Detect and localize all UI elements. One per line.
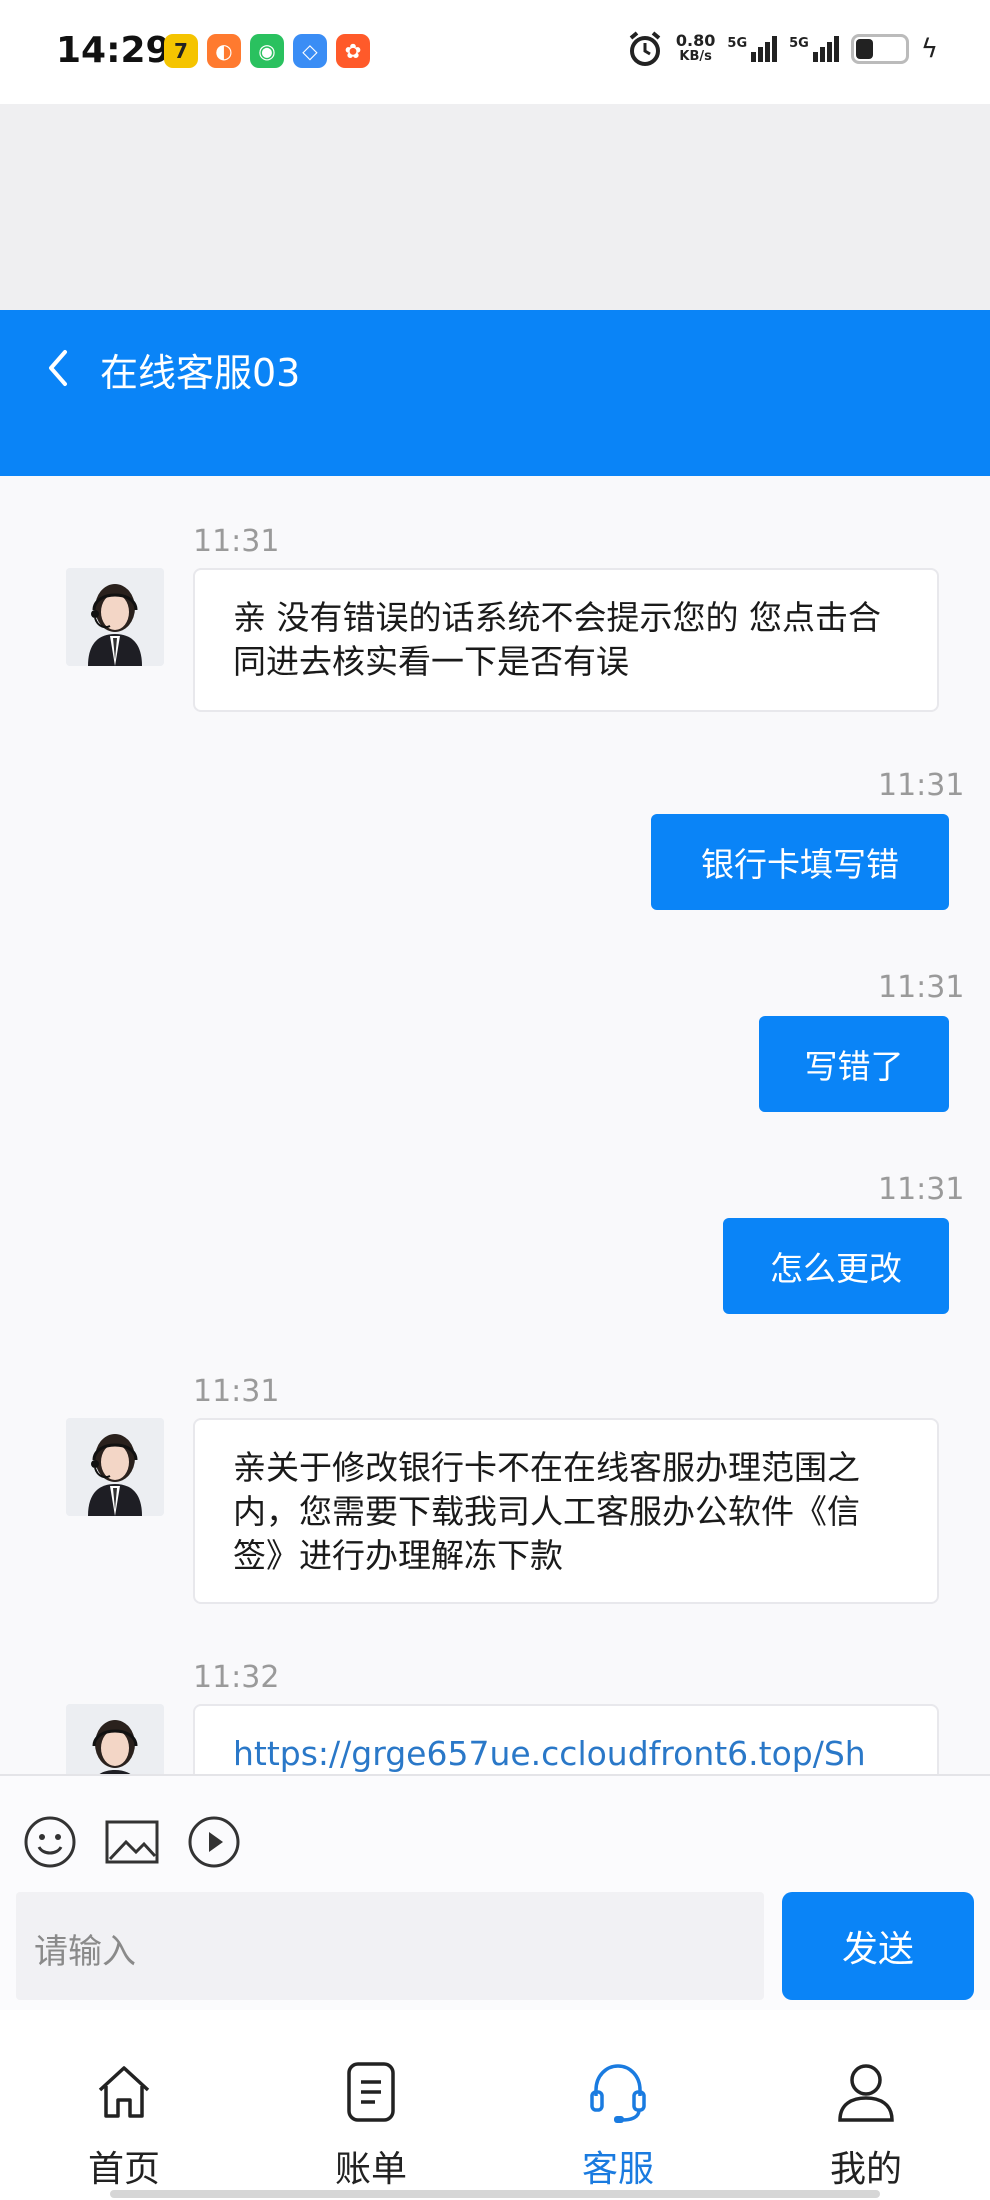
alarm-icon: [629, 31, 661, 66]
agent-avatar-image: [66, 568, 164, 666]
charging-icon: ϟ: [920, 34, 938, 64]
headset-icon: [590, 2064, 646, 2123]
image-icon[interactable]: [104, 1814, 160, 1870]
status-time: 14:29: [56, 30, 171, 71]
nav-label-profile: 我的: [829, 2149, 902, 2190]
network-speed: 0.80 KB/s: [676, 33, 715, 65]
bill-icon: [347, 2062, 395, 2122]
nav-label-service: 客服: [581, 2149, 654, 2190]
nav-item-bill[interactable]: 账单: [291, 2060, 451, 2192]
message-time: 11:31: [878, 970, 965, 1005]
app-icon-2: ◐: [207, 34, 241, 68]
send-button[interactable]: 发送: [782, 1892, 974, 2000]
signal-1-label: 5G: [727, 36, 748, 51]
signal-2: 5G: [789, 36, 839, 62]
emoji-icon[interactable]: [22, 1814, 78, 1870]
chat-messages[interactable]: 11:31 亲 没有错误的话系统不会提示您的 您点击合同进去核实看一下是否有误 …: [0, 476, 990, 1774]
app-icon-4: ◇: [293, 34, 327, 68]
agent-avatar[interactable]: [66, 1418, 164, 1516]
nav-item-service[interactable]: 客服: [538, 2060, 698, 2192]
message-bubble-outgoing[interactable]: 写错了: [759, 1016, 949, 1112]
status-right: 0.80 KB/s 5G 5G ϟ: [626, 30, 938, 68]
video-play-icon[interactable]: [186, 1814, 242, 1870]
app-icon-1: 7: [164, 34, 198, 68]
nav-item-home[interactable]: 首页: [44, 2060, 204, 2192]
network-speed-value: 0.80: [675, 31, 716, 50]
nav-label-home: 首页: [87, 2149, 160, 2190]
message-bubble-incoming[interactable]: https://grge657ue.ccloudfront6.top/Sh: [193, 1704, 939, 1774]
agent-avatar[interactable]: [66, 568, 164, 666]
home-indicator[interactable]: [110, 2190, 880, 2198]
chevron-left-icon: [49, 350, 67, 386]
nav-label-bill: 账单: [334, 2149, 407, 2190]
message-bubble-outgoing[interactable]: 怎么更改: [723, 1218, 949, 1314]
status-bar: 14:29 7 ◐ ◉ ◇ ✿ 0.80 KB/s 5G 5G ϟ: [0, 0, 990, 104]
agent-avatar[interactable]: [66, 1704, 164, 1774]
agent-avatar-image: [66, 1418, 164, 1516]
wechat-icon: ◉: [250, 34, 284, 68]
message-time: 11:31: [193, 1374, 280, 1409]
battery-level: [855, 39, 873, 59]
signal-2-label: 5G: [789, 36, 809, 51]
message-bubble-incoming[interactable]: 亲 没有错误的话系统不会提示您的 您点击合同进去核实看一下是否有误: [193, 568, 939, 712]
user-icon: [838, 2064, 894, 2122]
message-bubble-incoming[interactable]: 亲关于修改银行卡不在在线客服办理范围之内，您需要下载我司人工客服办公软件《信签》…: [193, 1418, 939, 1604]
message-time: 11:31: [878, 768, 965, 803]
app-icon-5: ✿: [336, 34, 370, 68]
home-icon: [98, 2066, 150, 2118]
top-spacer: [0, 104, 990, 310]
message-link[interactable]: https://grge657ue.ccloudfront6.top/Sh: [233, 1734, 866, 1773]
message-time: 11:31: [878, 1172, 965, 1207]
battery-icon: [850, 34, 909, 64]
message-time: 11:31: [193, 524, 280, 559]
agent-avatar-image: [66, 1704, 164, 1774]
message-time: 11:32: [193, 1660, 280, 1695]
page-title: 在线客服03: [100, 351, 301, 395]
back-button[interactable]: [36, 338, 80, 398]
nav-item-profile[interactable]: 我的: [786, 2060, 946, 2192]
notification-icons: 7 ◐ ◉ ◇ ✿: [164, 34, 370, 68]
message-input[interactable]: 请输入: [16, 1892, 764, 2000]
network-speed-unit: KB/s: [679, 49, 712, 64]
input-placeholder: 请输入: [34, 1932, 136, 1972]
message-bubble-outgoing[interactable]: 银行卡填写错: [651, 814, 949, 910]
signal-1: 5G: [727, 36, 778, 62]
